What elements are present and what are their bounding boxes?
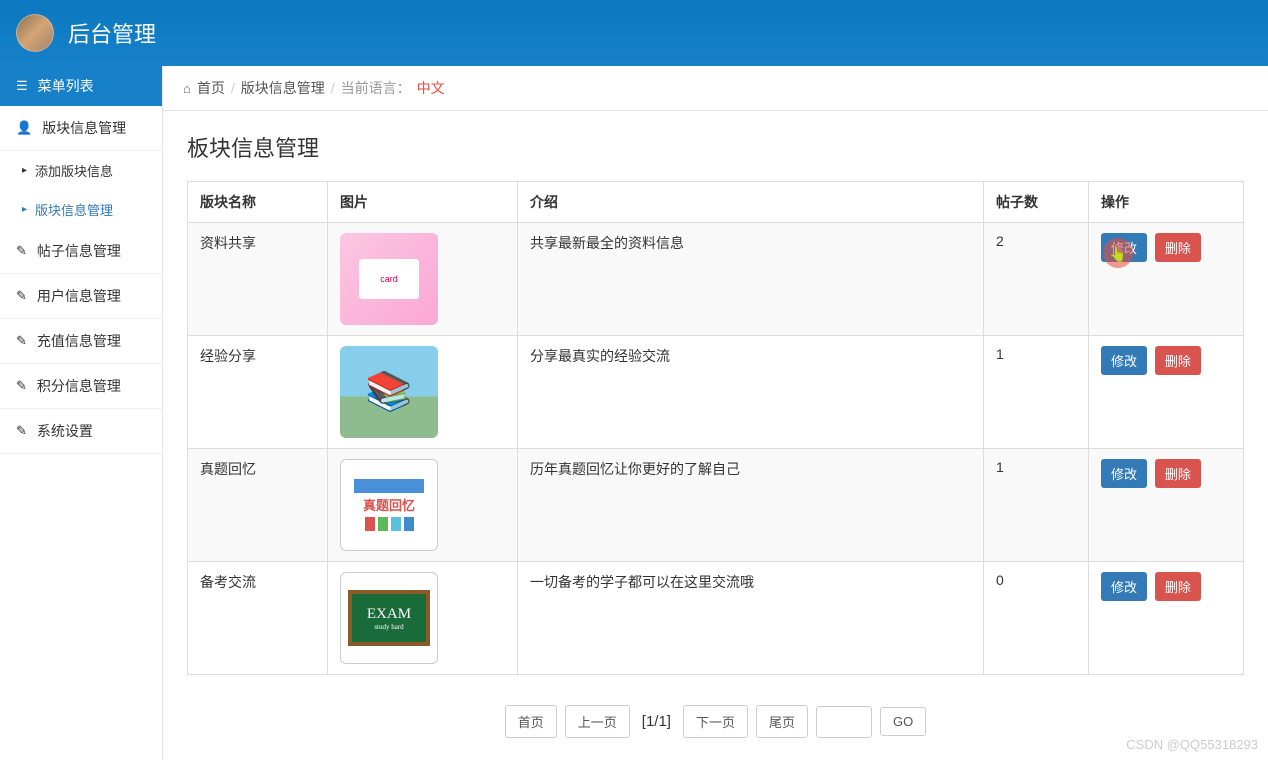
page-info: [1/1] xyxy=(638,713,675,730)
edit-icon: ✎ xyxy=(16,243,27,259)
edit-icon: ✎ xyxy=(16,378,27,394)
cell-image: card xyxy=(328,223,518,336)
cell-count: 1 xyxy=(984,336,1089,449)
app-header: 后台管理 xyxy=(0,0,1268,66)
edit-icon: ✎ xyxy=(16,288,27,304)
edit-button[interactable]: 修改 xyxy=(1101,572,1147,601)
cell-name: 资料共享 xyxy=(188,223,328,336)
page-go-button[interactable]: GO xyxy=(880,707,926,736)
cell-op: 修改 删除 xyxy=(1089,562,1244,675)
sidebar-sub-manage-section[interactable]: ▸ 版块信息管理 xyxy=(0,190,162,229)
sidebar: ☰ 菜单列表 👤 版块信息管理 ▸ 添加版块信息 ▸ 版块信息管理 ✎ 帖子信息… xyxy=(0,66,163,760)
section-table: 版块名称 图片 介绍 帖子数 操作 资料共享 card 共享最新最全的资料信息 … xyxy=(187,181,1244,675)
cell-image: EXAMstudy hard xyxy=(328,562,518,675)
th-name: 版块名称 xyxy=(188,182,328,223)
delete-button[interactable]: 删除 xyxy=(1155,233,1201,262)
sidebar-item-points-manage[interactable]: ✎ 积分信息管理 xyxy=(0,364,162,409)
cell-intro: 分享最真实的经验交流 xyxy=(518,336,984,449)
sidebar-sub-label: 版块信息管理 xyxy=(35,200,113,219)
cell-count: 2 xyxy=(984,223,1089,336)
app-title: 后台管理 xyxy=(68,17,156,49)
delete-button[interactable]: 删除 xyxy=(1155,459,1201,488)
sidebar-sub-label: 添加版块信息 xyxy=(35,161,113,180)
sidebar-item-post-manage[interactable]: ✎ 帖子信息管理 xyxy=(0,229,162,274)
user-icon: 👤 xyxy=(16,120,32,136)
sidebar-item-system-settings[interactable]: ✎ 系统设置 xyxy=(0,409,162,454)
sidebar-item-user-manage[interactable]: ✎ 用户信息管理 xyxy=(0,274,162,319)
sidebar-item-label: 帖子信息管理 xyxy=(37,241,121,261)
cell-op: 修改 删除 xyxy=(1089,336,1244,449)
breadcrumb-separator: / xyxy=(331,80,335,96)
page-prev-button[interactable]: 上一页 xyxy=(565,705,630,738)
table-row: 备考交流 EXAMstudy hard 一切备考的学子都可以在这里交流哦 0 修… xyxy=(188,562,1244,675)
page-first-button[interactable]: 首页 xyxy=(505,705,557,738)
main-content: ⌂ 首页 / 版块信息管理 / 当前语言： 中文 板块信息管理 版块名称 图片 介… xyxy=(163,66,1268,760)
page-title: 板块信息管理 xyxy=(187,131,1244,163)
page-last-button[interactable]: 尾页 xyxy=(756,705,808,738)
cell-intro: 共享最新最全的资料信息 xyxy=(518,223,984,336)
sidebar-item-label: 版块信息管理 xyxy=(42,118,126,138)
table-row: 资料共享 card 共享最新最全的资料信息 2 修改 删除 xyxy=(188,223,1244,336)
edit-icon: ✎ xyxy=(16,423,27,439)
edit-button[interactable]: 修改 xyxy=(1101,233,1147,262)
breadcrumb-home[interactable]: 首页 xyxy=(197,78,225,98)
pagination: 首页 上一页 [1/1] 下一页 尾页 GO xyxy=(187,705,1244,738)
cell-intro: 历年真题回忆让你更好的了解自己 xyxy=(518,449,984,562)
breadcrumb: ⌂ 首页 / 版块信息管理 / 当前语言： 中文 xyxy=(163,66,1268,111)
list-icon: ☰ xyxy=(16,78,28,94)
sidebar-item-label: 积分信息管理 xyxy=(37,376,121,396)
breadcrumb-section[interactable]: 版块信息管理 xyxy=(241,78,325,98)
cell-op: 修改 删除 xyxy=(1089,223,1244,336)
sidebar-item-label: 用户信息管理 xyxy=(37,286,121,306)
page-next-button[interactable]: 下一页 xyxy=(683,705,748,738)
th-op: 操作 xyxy=(1089,182,1244,223)
thumbnail: 真题回忆 xyxy=(340,459,438,551)
cell-name: 备考交流 xyxy=(188,562,328,675)
thumbnail xyxy=(340,346,438,438)
lang-value: 中文 xyxy=(417,78,445,98)
cell-image: 真题回忆 xyxy=(328,449,518,562)
app-logo xyxy=(16,14,54,52)
th-image: 图片 xyxy=(328,182,518,223)
sidebar-item-section-manage[interactable]: 👤 版块信息管理 xyxy=(0,106,162,151)
page-input[interactable] xyxy=(816,706,872,738)
menu-header: ☰ 菜单列表 xyxy=(0,66,162,106)
caret-right-icon: ▸ xyxy=(22,165,27,176)
thumbnail: card xyxy=(340,233,438,325)
cell-count: 0 xyxy=(984,562,1089,675)
sidebar-item-label: 系统设置 xyxy=(37,421,93,441)
th-count: 帖子数 xyxy=(984,182,1089,223)
breadcrumb-separator: / xyxy=(231,80,235,96)
menu-header-label: 菜单列表 xyxy=(38,76,94,96)
sidebar-item-label: 充值信息管理 xyxy=(37,331,121,351)
edit-button[interactable]: 修改 xyxy=(1101,346,1147,375)
cell-name: 经验分享 xyxy=(188,336,328,449)
table-row: 真题回忆 真题回忆 历年真题回忆让你更好的了解自己 1 修改 删除 xyxy=(188,449,1244,562)
delete-button[interactable]: 删除 xyxy=(1155,346,1201,375)
delete-button[interactable]: 删除 xyxy=(1155,572,1201,601)
cell-name: 真题回忆 xyxy=(188,449,328,562)
edit-icon: ✎ xyxy=(16,333,27,349)
th-intro: 介绍 xyxy=(518,182,984,223)
edit-button[interactable]: 修改 xyxy=(1101,459,1147,488)
lang-label: 当前语言： xyxy=(341,78,411,98)
cell-count: 1 xyxy=(984,449,1089,562)
table-row: 经验分享 分享最真实的经验交流 1 修改 删除 xyxy=(188,336,1244,449)
cell-image xyxy=(328,336,518,449)
cell-op: 修改 删除 xyxy=(1089,449,1244,562)
sidebar-item-recharge-manage[interactable]: ✎ 充值信息管理 xyxy=(0,319,162,364)
thumbnail: EXAMstudy hard xyxy=(340,572,438,664)
home-icon: ⌂ xyxy=(183,81,191,96)
cell-intro: 一切备考的学子都可以在这里交流哦 xyxy=(518,562,984,675)
sidebar-sub-add-section[interactable]: ▸ 添加版块信息 xyxy=(0,151,162,190)
caret-right-icon: ▸ xyxy=(22,204,27,215)
